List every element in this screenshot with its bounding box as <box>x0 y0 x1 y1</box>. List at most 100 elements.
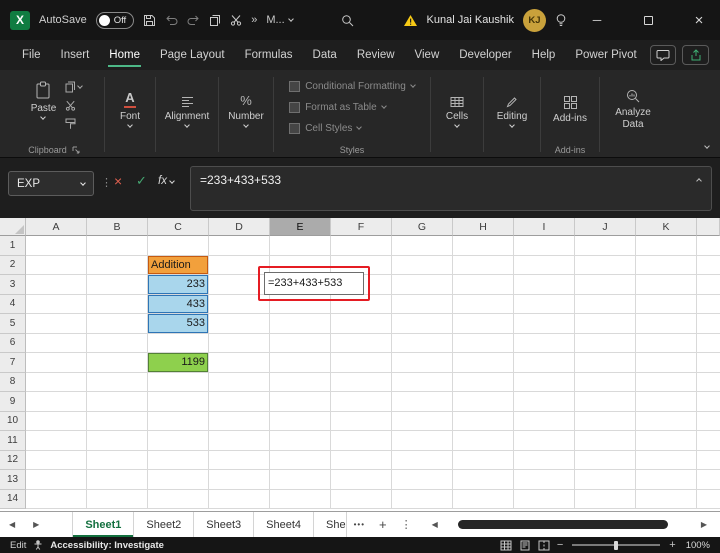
cell-B4[interactable] <box>87 294 148 314</box>
minimize-button[interactable]: ─ <box>576 0 618 40</box>
cell-A9[interactable] <box>26 392 87 412</box>
excel-app-icon[interactable]: X <box>10 10 30 30</box>
cell-E5[interactable] <box>270 314 331 334</box>
cell-A8[interactable] <box>26 372 87 392</box>
row-header-7[interactable]: 7 <box>0 353 26 373</box>
cell-J10[interactable] <box>575 411 636 431</box>
cell-A3[interactable] <box>26 275 87 295</box>
cell-G13[interactable] <box>392 470 453 490</box>
cell-B6[interactable] <box>87 333 148 353</box>
clipboard-dialog-launcher-icon[interactable] <box>72 146 80 154</box>
cell-E8[interactable] <box>270 372 331 392</box>
cell-B8[interactable] <box>87 372 148 392</box>
cell-H3[interactable] <box>453 275 514 295</box>
menu-tab-insert[interactable]: Insert <box>51 40 100 70</box>
row-header-2[interactable]: 2 <box>0 255 26 275</box>
cell-F8[interactable] <box>331 372 392 392</box>
cell-F10[interactable] <box>331 411 392 431</box>
cell-K9[interactable] <box>636 392 697 412</box>
cell-I13[interactable] <box>514 470 575 490</box>
column-header-G[interactable]: G <box>392 218 453 236</box>
cell-C8[interactable] <box>148 372 209 392</box>
cell-H5[interactable] <box>453 314 514 334</box>
user-avatar[interactable]: KJ <box>523 8 546 32</box>
menu-tab-power-pivot[interactable]: Power Pivot <box>565 40 646 70</box>
number-group-button[interactable]: % Number <box>223 86 269 129</box>
cell-D11[interactable] <box>209 431 270 451</box>
accessibility-status[interactable]: Accessibility: Investigate <box>50 540 164 551</box>
cell-G8[interactable] <box>392 372 453 392</box>
scrollbar-track[interactable] <box>449 520 690 529</box>
name-box[interactable]: EXP <box>8 171 94 196</box>
cell-K11[interactable] <box>636 431 697 451</box>
cell-I6[interactable] <box>514 333 575 353</box>
cell-E7[interactable] <box>270 353 331 373</box>
menu-tab-developer[interactable]: Developer <box>449 40 521 70</box>
cell-H1[interactable] <box>453 236 514 256</box>
cell-E6[interactable] <box>270 333 331 353</box>
cell-B10[interactable] <box>87 411 148 431</box>
cell-B13[interactable] <box>87 470 148 490</box>
cell-H4[interactable] <box>453 294 514 314</box>
autosave-toggle[interactable]: Off <box>95 11 135 29</box>
cell-G6[interactable] <box>392 333 453 353</box>
cell-H12[interactable] <box>453 450 514 470</box>
zoom-in-button[interactable]: + <box>669 539 675 551</box>
cell-H10[interactable] <box>453 411 514 431</box>
cell-J5[interactable] <box>575 314 636 334</box>
cell-I4[interactable] <box>514 294 575 314</box>
cell-A5[interactable] <box>26 314 87 334</box>
cell-D5[interactable] <box>209 314 270 334</box>
cell-C10[interactable] <box>148 411 209 431</box>
ribbon-item-cell-styles[interactable]: Cell Styles <box>289 118 415 139</box>
cell-I12[interactable] <box>514 450 575 470</box>
row-header-14[interactable]: 14 <box>0 489 26 509</box>
user-name[interactable]: Kunal Jai Kaushik <box>427 14 514 26</box>
zoom-slider[interactable] <box>572 540 661 550</box>
cell-I9[interactable] <box>514 392 575 412</box>
zoom-level[interactable]: 100% <box>686 540 710 551</box>
sheet-tab-sheet3[interactable]: Sheet3 <box>194 512 255 537</box>
row-header-11[interactable]: 11 <box>0 431 26 451</box>
cell-K3[interactable] <box>636 275 697 295</box>
accessibility-icon[interactable] <box>33 540 43 550</box>
zoom-slider-thumb[interactable] <box>614 540 619 550</box>
more-sheets-icon[interactable]: ••• <box>347 512 372 537</box>
row-header-10[interactable]: 10 <box>0 411 26 431</box>
cell-D6[interactable] <box>209 333 270 353</box>
cell-C7[interactable]: 1199 <box>148 353 209 373</box>
cell-D1[interactable] <box>209 236 270 256</box>
cell-I5[interactable] <box>514 314 575 334</box>
cell-J14[interactable] <box>575 489 636 509</box>
cell-D12[interactable] <box>209 450 270 470</box>
cell-C11[interactable] <box>148 431 209 451</box>
cell-E12[interactable] <box>270 450 331 470</box>
column-header-E[interactable]: E <box>270 218 331 236</box>
cell-B14[interactable] <box>87 489 148 509</box>
cell-I3[interactable] <box>514 275 575 295</box>
cell-G5[interactable] <box>392 314 453 334</box>
cell-H8[interactable] <box>453 372 514 392</box>
cell-G14[interactable] <box>392 489 453 509</box>
share-button[interactable] <box>682 45 709 65</box>
cell-J6[interactable] <box>575 333 636 353</box>
row-header-6[interactable]: 6 <box>0 333 26 353</box>
column-header-F[interactable]: F <box>331 218 392 236</box>
cell-C13[interactable] <box>148 470 209 490</box>
cell-D10[interactable] <box>209 411 270 431</box>
scrollbar-thumb[interactable] <box>458 520 669 529</box>
format-painter-icon[interactable] <box>65 118 82 130</box>
cell-B9[interactable] <box>87 392 148 412</box>
cell-G10[interactable] <box>392 411 453 431</box>
cell-B7[interactable] <box>87 353 148 373</box>
new-sheet-button[interactable]: + <box>372 512 394 537</box>
cell-G12[interactable] <box>392 450 453 470</box>
menu-tab-data[interactable]: Data <box>303 40 347 70</box>
row-header-1[interactable]: 1 <box>0 236 26 256</box>
cell-H13[interactable] <box>453 470 514 490</box>
sheet-tab-sheet4[interactable]: Sheet4 <box>254 512 315 537</box>
cell-D9[interactable] <box>209 392 270 412</box>
horizontal-scrollbar[interactable]: ◀ ▶ <box>419 512 720 537</box>
active-cell-E3[interactable]: =233+433+533 <box>264 272 364 295</box>
cell-K13[interactable] <box>636 470 697 490</box>
